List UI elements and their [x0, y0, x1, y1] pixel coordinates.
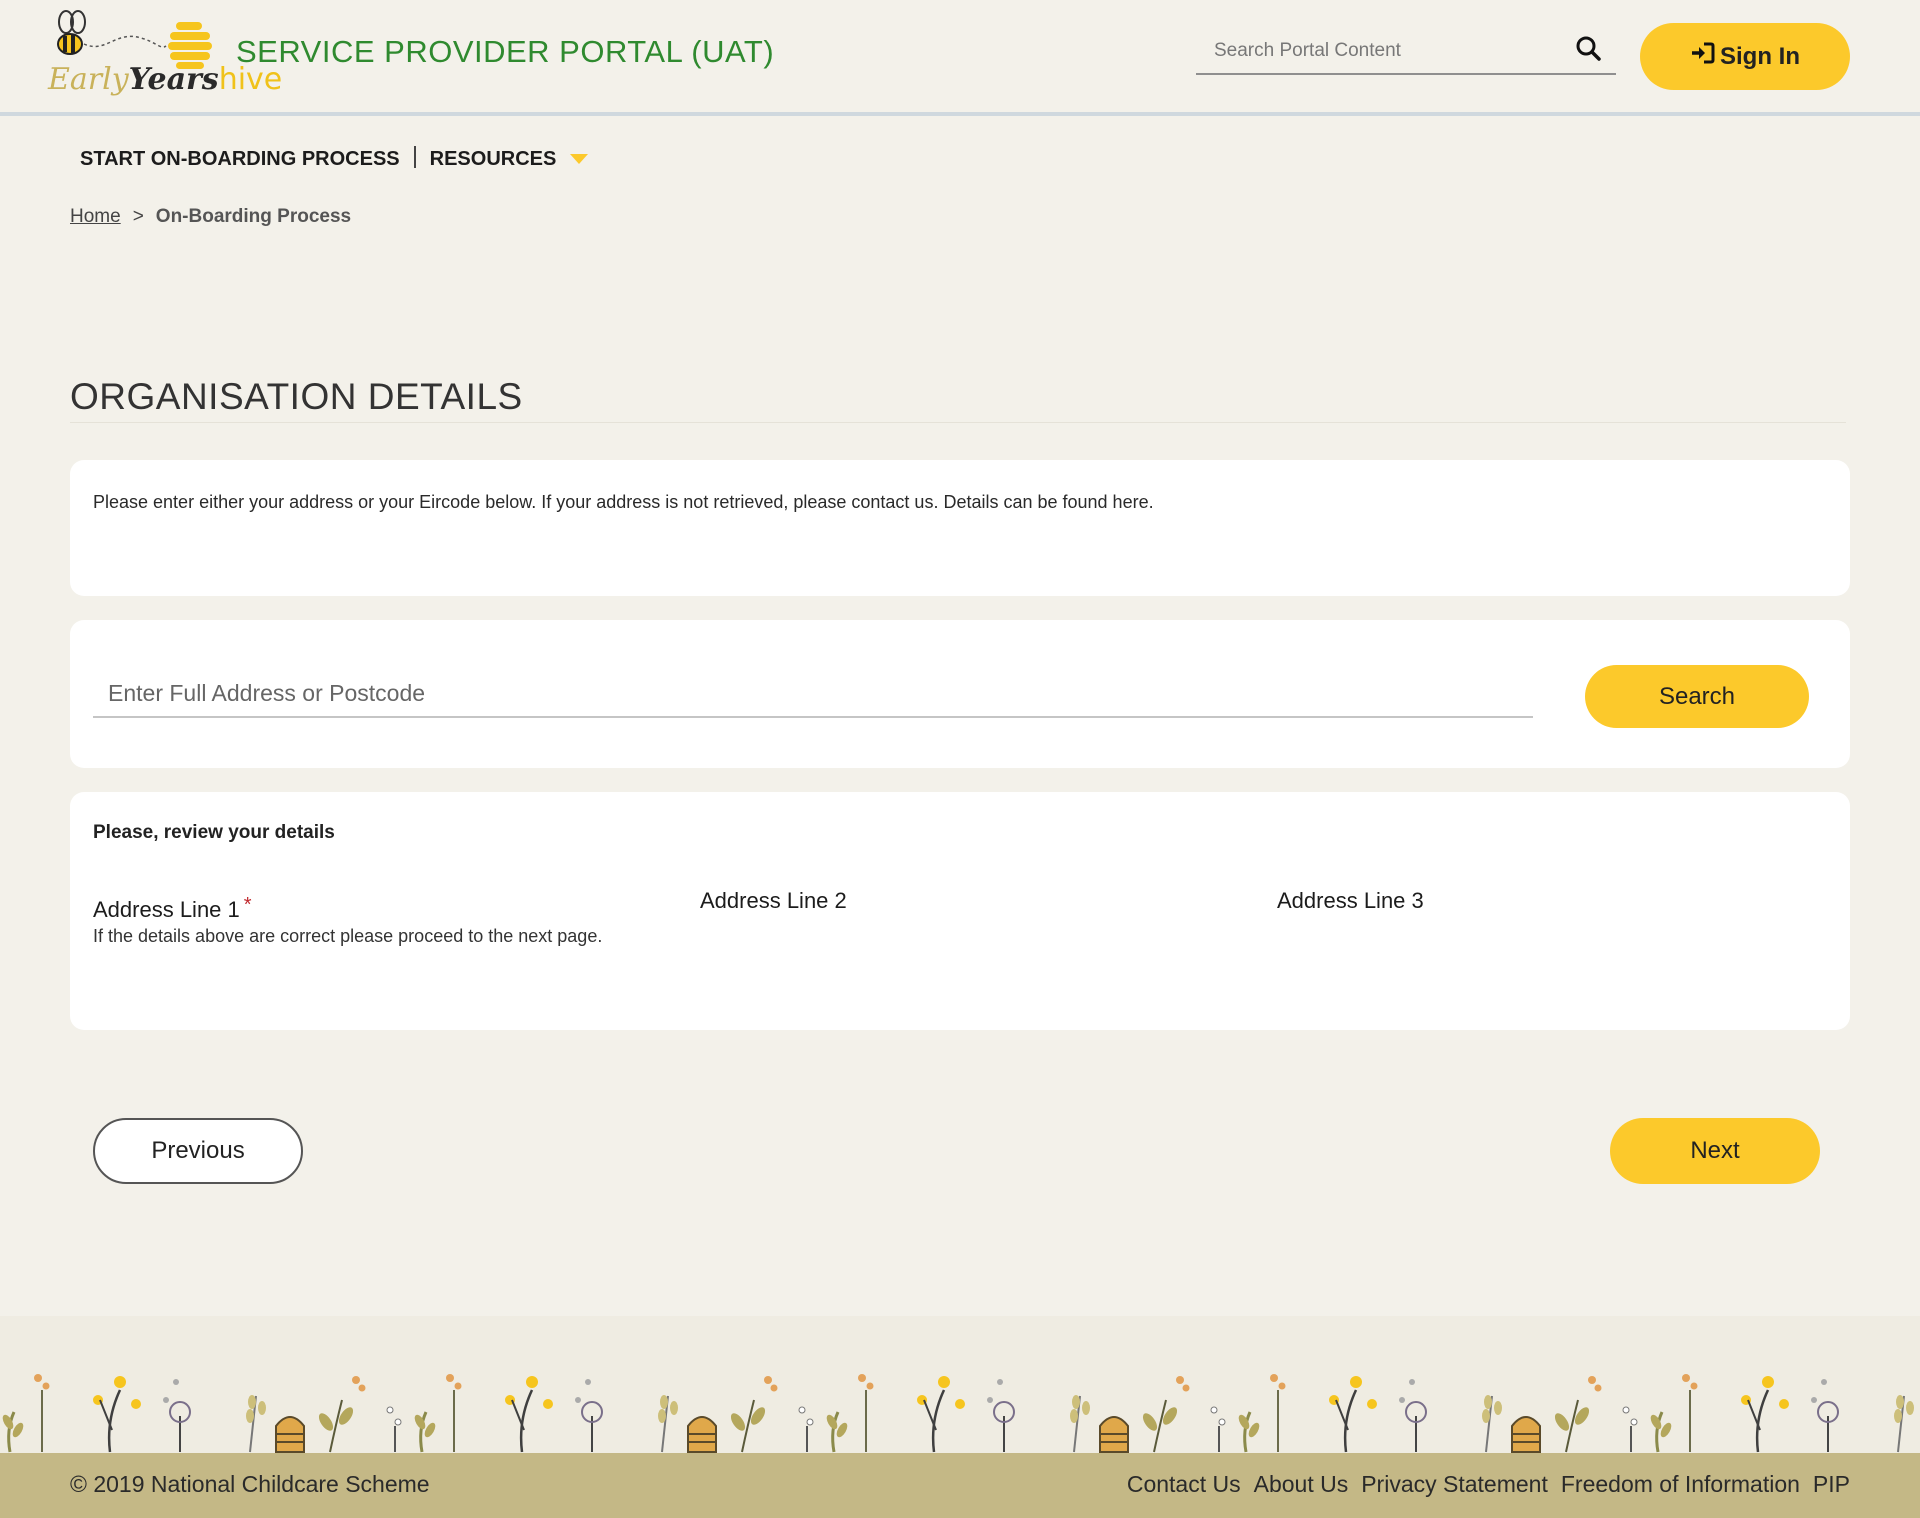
address-search-button[interactable]: Search	[1585, 665, 1809, 728]
breadcrumb-separator: >	[132, 206, 144, 227]
nav-start-onboarding[interactable]: START ON-BOARDING PROCESS	[80, 148, 400, 171]
address-search-panel: Search	[70, 620, 1850, 768]
footer-link-about-us[interactable]: About Us	[1254, 1471, 1349, 1498]
address-line-3-label: Address Line 3	[1277, 888, 1424, 913]
footer-links: Contact Us About Us Privacy Statement Fr…	[1127, 1471, 1850, 1498]
footer-link-privacy-statement[interactable]: Privacy Statement	[1361, 1471, 1548, 1498]
review-heading: Please, review your details	[93, 822, 335, 843]
page-title: ORGANISATION DETAILS	[70, 376, 1846, 423]
review-hint: If the details above are correct please …	[93, 926, 603, 946]
sign-in-label: Sign In	[1720, 42, 1800, 70]
bee-icon	[57, 10, 212, 69]
portal-title: SERVICE PROVIDER PORTAL (UAT)	[236, 34, 775, 69]
breadcrumb: Home > On-Boarding Process	[70, 206, 351, 228]
logo-early: Early	[48, 62, 129, 97]
nav-divider	[413, 146, 416, 168]
address-search-input[interactable]	[93, 670, 1533, 718]
caret-down-icon[interactable]	[570, 154, 589, 164]
next-button[interactable]: Next	[1610, 1118, 1820, 1184]
footer-link-contact-us[interactable]: Contact Us	[1127, 1471, 1241, 1498]
site-header: EarlyYearshive SERVICE PROVIDER PORTAL (…	[0, 0, 1920, 116]
copyright-text: © 2019 National Childcare Scheme	[70, 1471, 430, 1497]
main-nav: START ON-BOARDING PROCESS RESOURCES	[80, 144, 589, 174]
flower-border-decoration	[0, 1372, 1920, 1454]
footer-link-freedom-of-information[interactable]: Freedom of Information	[1561, 1471, 1800, 1498]
address-line-2-label: Address Line 2	[700, 888, 847, 913]
footer-link-pip[interactable]: PIP	[1813, 1471, 1850, 1498]
nav-resources[interactable]: RESOURCES	[430, 148, 557, 171]
sign-in-button[interactable]: Sign In	[1640, 23, 1850, 90]
breadcrumb-home[interactable]: Home	[70, 206, 121, 228]
portal-search-input[interactable]	[1196, 30, 1566, 72]
breadcrumb-current: On-Boarding Process	[155, 206, 352, 227]
sign-in-icon	[1690, 41, 1716, 72]
search-icon[interactable]	[1574, 34, 1604, 64]
portal-search	[1196, 30, 1616, 75]
review-panel: Please, review your details Address Line…	[70, 792, 1850, 1030]
required-marker: *	[243, 894, 252, 916]
previous-button[interactable]: Previous	[93, 1118, 303, 1184]
early-years-hive-logo[interactable]: EarlyYearshive	[46, 10, 282, 102]
logo-years: Years	[128, 62, 219, 97]
address-line-1-label: Address Line 1 *	[93, 894, 252, 923]
address-line-1-text: Address Line 1	[93, 897, 240, 922]
site-footer: © 2019 National Childcare Scheme Contact…	[0, 1453, 1920, 1518]
info-panel: Please enter either your address or your…	[70, 460, 1850, 596]
info-text: Please enter either your address or your…	[93, 492, 1154, 512]
